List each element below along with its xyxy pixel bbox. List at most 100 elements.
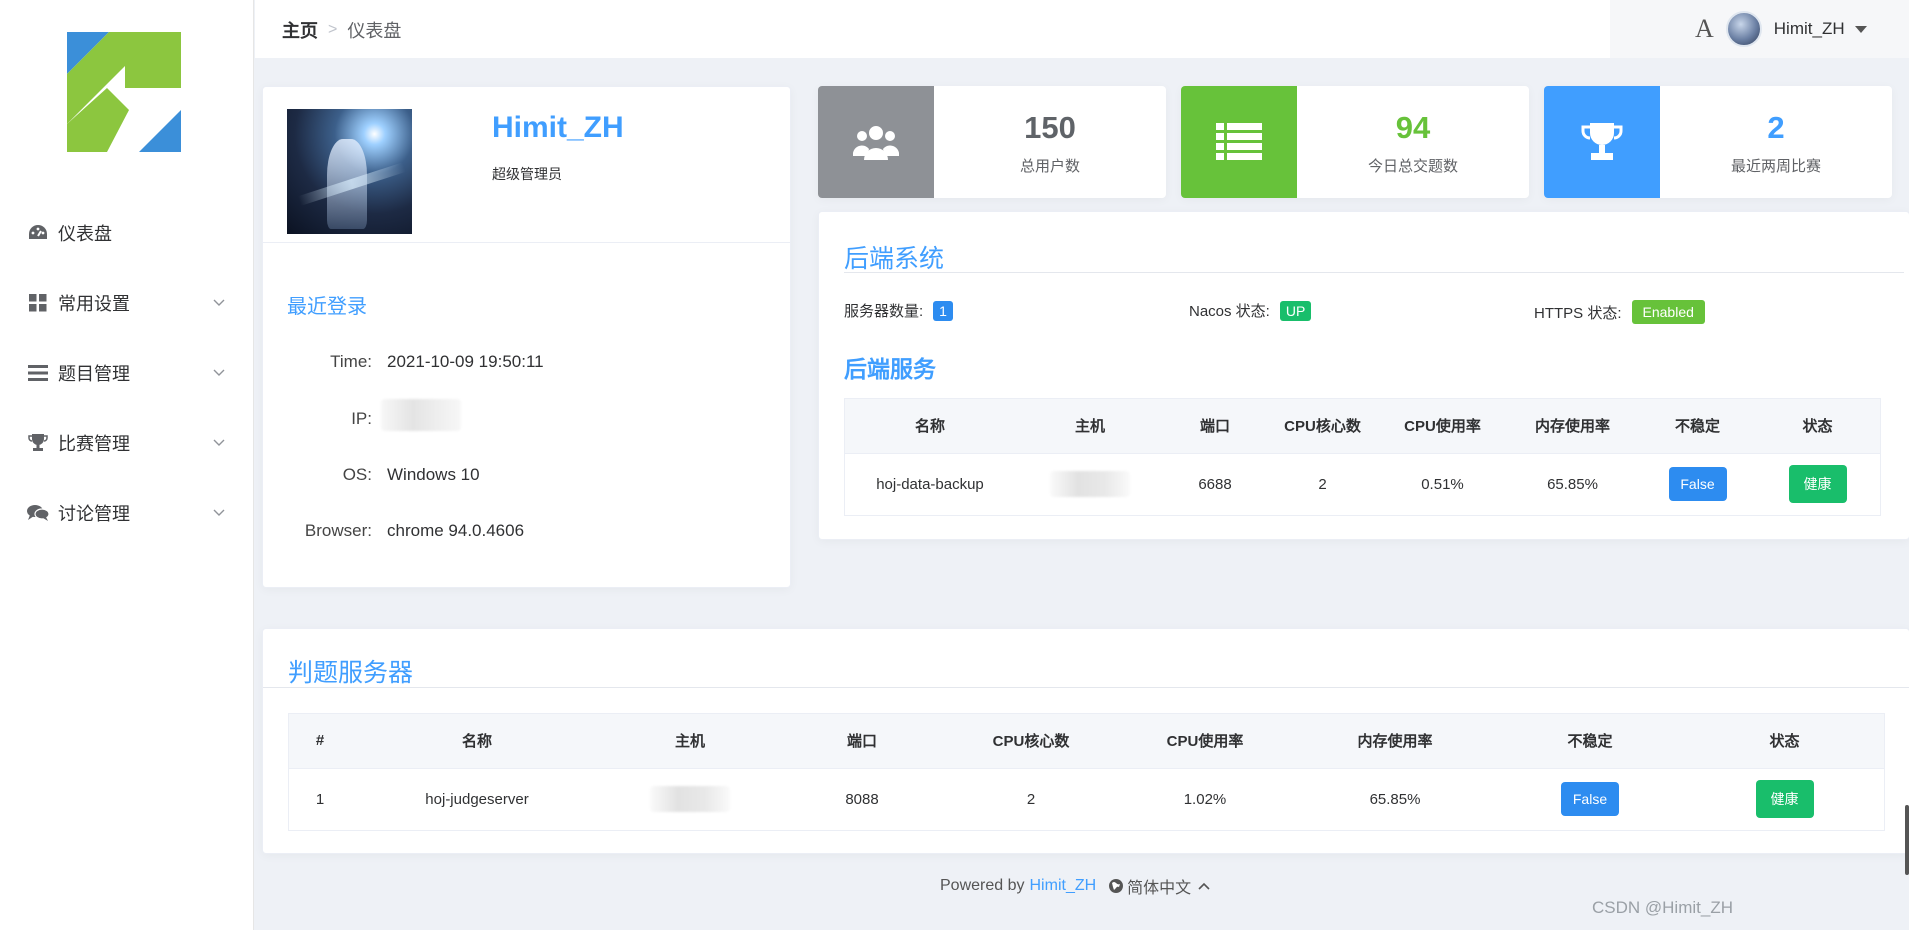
app-logo[interactable] [67, 32, 181, 152]
cell-index: 1 [289, 767, 351, 830]
chevron-down-icon [213, 509, 225, 516]
cell-unstable: False [1640, 452, 1755, 515]
sidebar-item-dashboard[interactable]: 仪表盘 [0, 198, 254, 268]
scrollbar-thumb[interactable] [1905, 805, 1909, 875]
trophy-icon [26, 431, 50, 455]
breadcrumb: 主页 > 仪表盘 [282, 17, 401, 43]
backend-service-table: 名称 主机 端口 CPU核心数 CPU使用率 内存使用率 不稳定 状态 hoj-… [844, 398, 1881, 516]
col-cpu: CPU使用率 [1380, 399, 1505, 453]
sidebar-item-problems[interactable]: 题目管理 [0, 338, 254, 408]
breadcrumb-home[interactable]: 主页 [282, 17, 318, 43]
sidebar-item-contests[interactable]: 比赛管理 [0, 408, 254, 478]
cell-name: hoj-data-backup [845, 452, 1015, 515]
cell-unstable: False [1495, 767, 1685, 830]
footer: Powered by Himit_ZH 简体中文 [940, 874, 1211, 898]
sidebar-item-label: 常用设置 [58, 294, 130, 314]
profile-role: 超级管理员 [492, 166, 562, 182]
cell-mem: 65.85% [1505, 452, 1640, 515]
stat-label: 今日总交题数 [1367, 158, 1458, 175]
sidebar-item-discussions[interactable]: 讨论管理 [0, 478, 254, 548]
col-name: 名称 [845, 399, 1015, 453]
powered-by-text: Powered by [940, 877, 1025, 894]
language-label: 简体中文 [1127, 880, 1192, 897]
list-icon [26, 361, 50, 385]
cell-status: 健康 [1685, 767, 1884, 830]
sidebar-menu: 仪表盘 常用设置 题目管理 比赛管理 讨论管理 [0, 198, 254, 548]
breadcrumb-separator-icon: > [328, 21, 338, 38]
list-icon [1181, 86, 1297, 198]
profile-name: Himit_ZH [492, 111, 624, 144]
top-header: 主页 > 仪表盘 A Himit_ZH [255, 0, 1909, 58]
backend-title: 后端系统 [844, 245, 945, 273]
recent-login-title: 最近登录 [287, 296, 367, 318]
caret-down-icon[interactable] [1854, 25, 1867, 33]
profile-avatar [287, 109, 412, 234]
col-cpu: CPU使用率 [1115, 714, 1295, 768]
sidebar-item-label: 仪表盘 [58, 224, 112, 244]
cell-mem: 65.85% [1295, 767, 1495, 830]
stat-label: 最近两周比赛 [1730, 158, 1821, 175]
cell-cores: 2 [1265, 452, 1380, 515]
breadcrumb-current: 仪表盘 [347, 21, 402, 41]
language-selector[interactable]: 简体中文 [1108, 874, 1211, 898]
table-row: hoj-data-backup 6688 2 0.51% 65.85% Fals… [845, 452, 1880, 515]
chevron-down-icon [213, 299, 225, 306]
col-status: 状态 [1755, 399, 1880, 453]
sidebar: 仪表盘 常用设置 题目管理 比赛管理 讨论管理 [0, 0, 254, 930]
server-count-status: 服务器数量: 1 [844, 300, 953, 321]
chevron-down-icon [213, 369, 225, 376]
watermark: CSDN @Himit_ZH [1592, 898, 1733, 917]
https-status: HTTPS 状态: Enabled [1534, 300, 1705, 324]
https-status-badge: Enabled [1631, 300, 1705, 324]
time-label: Time: [330, 352, 372, 371]
grid-icon [26, 291, 50, 315]
cell-port: 6688 [1165, 452, 1265, 515]
col-cores: CPU核心数 [947, 714, 1115, 768]
server-count-label: 服务器数量: [844, 303, 924, 320]
chevron-down-icon [213, 439, 225, 446]
col-cores: CPU核心数 [1265, 399, 1380, 453]
font-size-button[interactable]: A [1695, 14, 1714, 44]
author-link[interactable]: Himit_ZH [1030, 877, 1097, 895]
health-status-button[interactable]: 健康 [1788, 465, 1847, 504]
avatar[interactable] [1725, 11, 1762, 47]
nacos-label: Nacos 状态: [1189, 303, 1270, 320]
cell-status: 健康 [1755, 452, 1880, 515]
stat-value: 2 [1767, 110, 1785, 145]
judge-server-card: 判题服务器 # 名称 主机 端口 CPU核心数 CPU使用率 内存使用率 不稳定… [262, 628, 1909, 854]
col-name: 名称 [351, 714, 603, 768]
chevron-up-icon [1198, 882, 1210, 890]
stat-value: 94 [1395, 110, 1431, 145]
divider [263, 687, 1909, 688]
health-status-button[interactable]: 健康 [1755, 780, 1814, 819]
col-port: 端口 [777, 714, 947, 768]
username-dropdown[interactable]: Himit_ZH [1774, 19, 1845, 39]
col-status: 状态 [1685, 714, 1884, 768]
cell-cores: 2 [947, 767, 1115, 830]
chat-icon [26, 501, 50, 525]
col-port: 端口 [1165, 399, 1265, 453]
dashboard-icon [26, 221, 50, 245]
stat-label: 总用户数 [1019, 158, 1080, 175]
cell-cpu: 1.02% [1115, 767, 1295, 830]
col-index: # [289, 714, 351, 768]
sidebar-item-label: 比赛管理 [58, 434, 130, 454]
col-host: 主机 [1015, 399, 1165, 453]
judge-server-table: # 名称 主机 端口 CPU核心数 CPU使用率 内存使用率 不稳定 状态 1 … [288, 713, 1885, 831]
unstable-button[interactable]: False [1561, 782, 1619, 817]
ip-value-masked [381, 399, 461, 436]
os-value: Windows 10 [387, 465, 480, 484]
sidebar-item-settings[interactable]: 常用设置 [0, 268, 254, 338]
browser-label: Browser: [304, 521, 372, 540]
col-mem: 内存使用率 [1295, 714, 1495, 768]
trophy-icon [1544, 86, 1660, 198]
sidebar-item-label: 讨论管理 [58, 504, 130, 524]
table-header-row: 名称 主机 端口 CPU核心数 CPU使用率 内存使用率 不稳定 状态 [845, 399, 1880, 453]
time-value: 2021-10-09 19:50:11 [387, 352, 544, 371]
unstable-button[interactable]: False [1668, 467, 1727, 502]
stat-card-contests: 2 最近两周比赛 [1544, 86, 1892, 198]
backend-service-title: 后端服务 [844, 356, 936, 382]
globe-icon [1109, 879, 1124, 893]
cell-name: hoj-judgeserver [351, 767, 603, 830]
nacos-status: Nacos 状态: UP [1189, 300, 1312, 321]
